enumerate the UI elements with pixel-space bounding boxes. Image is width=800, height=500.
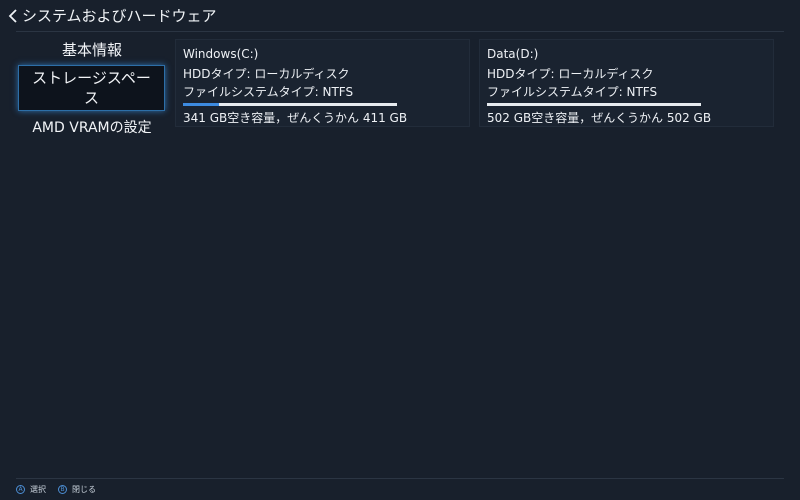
drive-capacity: 341 GB空き容量，ぜんくうかん 411 GB xyxy=(183,111,408,125)
back-button[interactable] xyxy=(4,6,22,26)
b-button-icon: B xyxy=(58,484,67,494)
drive-name: Windows(C:) xyxy=(183,47,259,61)
chevron-left-icon xyxy=(8,9,17,23)
sidebar-item-basic-info[interactable]: 基本情報 xyxy=(16,38,168,62)
drive-usage-fill xyxy=(183,103,220,106)
sidebar-item-label: ストレージスペース xyxy=(32,69,151,107)
drive-usage-bar xyxy=(183,103,397,106)
drive-capacity: 502 GB空き容量，ぜんくうかん 502 GB xyxy=(487,111,712,125)
drive-name: Data(D:) xyxy=(487,47,539,61)
top-bar: システムおよびハードウェア xyxy=(0,0,800,32)
drive-hdd-type: HDDタイプ: ローカルディスク xyxy=(487,67,654,81)
a-button-icon: A xyxy=(16,484,25,494)
sidebar-item-storage-space[interactable]: ストレージスペース xyxy=(18,65,165,111)
drive-card-c: Windows(C:) HDDタイプ: ローカルディスク ファイルシステムタイプ… xyxy=(175,39,470,127)
sidebar: 基本情報 ストレージスペース AMD VRAMの設定 xyxy=(16,38,168,139)
select-hint[interactable]: A 選択 xyxy=(16,484,46,495)
drive-usage-bar xyxy=(487,103,701,106)
sidebar-item-amd-vram[interactable]: AMD VRAMの設定 xyxy=(16,117,168,139)
header-divider xyxy=(16,31,784,32)
drive-fs-type: ファイルシステムタイプ: NTFS xyxy=(183,85,354,99)
select-hint-label: 選択 xyxy=(30,484,46,494)
close-hint[interactable]: B 閉じる xyxy=(58,484,96,495)
footer-divider xyxy=(16,478,784,479)
page-title: システムおよびハードウェア xyxy=(22,7,217,25)
drive-fs-type: ファイルシステムタイプ: NTFS xyxy=(487,85,658,99)
drive-card-d: Data(D:) HDDタイプ: ローカルディスク ファイルシステムタイプ: N… xyxy=(479,39,774,127)
footer-hints: A 選択 B 閉じる xyxy=(16,482,108,496)
close-hint-label: 閉じる xyxy=(72,484,96,494)
drive-hdd-type: HDDタイプ: ローカルディスク xyxy=(183,67,350,81)
